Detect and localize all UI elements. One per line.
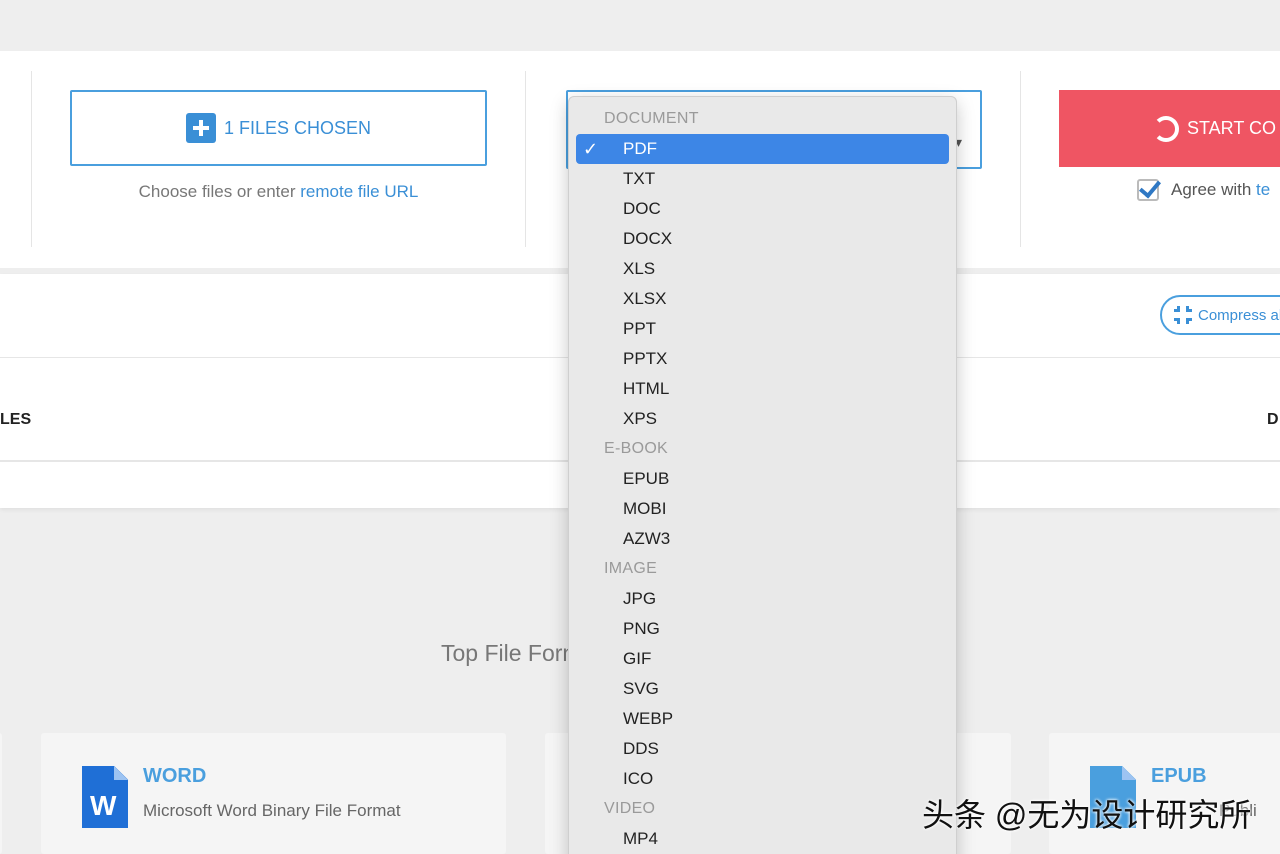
checkmark-icon: ✓ [583, 139, 599, 159]
dropdown-option-ppt[interactable]: PPT [569, 314, 956, 344]
dropdown-option-dds[interactable]: DDS [569, 734, 956, 764]
dropdown-option-txt[interactable]: TXT [569, 164, 956, 194]
dropdown-group-label: IMAGE [604, 560, 658, 577]
column-divider [525, 71, 526, 247]
dropdown-option-azw3[interactable]: AZW3 [569, 524, 956, 554]
dropdown-option-label: AZW3 [623, 529, 671, 548]
dropdown-option-label: SVG [623, 679, 659, 698]
dropdown-option-mobi[interactable]: MOBI [569, 494, 956, 524]
dropdown-option-gif[interactable]: GIF [569, 644, 956, 674]
dropdown-option-label: HTML [623, 379, 670, 398]
dropdown-option-label: DOC [623, 199, 661, 218]
agree-terms: Agree with te [1137, 179, 1270, 201]
dropdown-option-label: EPUB [623, 469, 670, 488]
dropdown-option-label: WEBP [623, 709, 674, 728]
top-formats-heading: Top File Form [441, 640, 582, 666]
dropdown-option-label: TXT [623, 169, 656, 188]
dropdown-option-label: JPG [623, 589, 657, 608]
hint-text: Choose files or enter [138, 182, 301, 201]
dropdown-option-label: GIF [623, 649, 652, 668]
dropdown-option-label: PDF [623, 139, 657, 158]
agree-text: Agree with [1171, 180, 1257, 199]
choose-files-button[interactable]: 1 FILES CHOSEN [70, 90, 487, 166]
dropdown-option-xls[interactable]: XLS [569, 254, 956, 284]
dropdown-option-ico[interactable]: ICO [569, 764, 956, 794]
refresh-icon [1153, 115, 1179, 142]
dropdown-option-label: DOCX [623, 229, 673, 248]
dropdown-option-pptx[interactable]: PPTX [569, 344, 956, 374]
dropdown-option-doc[interactable]: DOC [569, 194, 956, 224]
dropdown-group-label: E-BOOK [604, 440, 669, 457]
terms-link[interactable]: te [1256, 180, 1270, 199]
choose-files-label: 1 FILES CHOSEN [223, 117, 372, 138]
dropdown-option-label: XLS [623, 259, 656, 278]
watermark: 头条 @无为设计研究所 [922, 797, 1252, 833]
choose-files-hint: Choose files or enter remote file URL [70, 182, 487, 202]
column-divider [31, 71, 32, 247]
dropdown-option-label: PNG [623, 619, 660, 638]
start-conversion-button[interactable]: START CO [1059, 90, 1280, 167]
format-card[interactable] [0, 733, 2, 854]
card-title[interactable]: WORD [143, 765, 206, 788]
dropdown-option-pdf[interactable]: ✓ PDF [576, 134, 949, 164]
agree-checkbox[interactable] [1137, 179, 1159, 201]
dropdown-option-label: PPTX [623, 349, 668, 368]
plus-icon [185, 113, 216, 143]
format-card-word[interactable]: W WORD Microsoft Word Binary File Format [41, 733, 506, 854]
compress-all-button[interactable]: Compress al [1160, 295, 1280, 335]
dropdown-option-label: XPS [623, 409, 658, 428]
dropdown-group-label: VIDEO [604, 800, 656, 817]
compress-label: Compress al [1198, 306, 1280, 324]
card-description: Microsoft Word Binary File Format [143, 801, 401, 820]
card-title[interactable]: EPUB [1151, 765, 1207, 788]
dropdown-option-label: DDS [623, 739, 659, 758]
start-button-label: START CO [1187, 118, 1277, 138]
dropdown-option-docx[interactable]: DOCX [569, 224, 956, 254]
format-dropdown-menu[interactable]: DOCUMENT ✓ PDF TXT DOC DOCX XLS XLSX PPT PPTX HTML… [568, 96, 957, 854]
dropdown-option-jpg[interactable]: JPG [569, 584, 956, 614]
dropdown-option-webp[interactable]: WEBP [569, 704, 956, 734]
dropdown-option-xlsx[interactable]: XLSX [569, 284, 956, 314]
dropdown-option-label: PPT [623, 319, 657, 338]
dropdown-option-xps[interactable]: XPS [569, 404, 956, 434]
dropdown-group-label: DOCUMENT [604, 110, 699, 127]
dropdown-option-epub[interactable]: EPUB [569, 464, 956, 494]
word-doc-icon: W [82, 766, 128, 828]
dropdown-option-label: XLSX [623, 289, 667, 308]
dropdown-option-png[interactable]: PNG [569, 614, 956, 644]
column-divider [1020, 71, 1021, 247]
files-column-header: LES [0, 411, 32, 428]
remote-url-link[interactable]: remote file URL [300, 182, 418, 201]
dropdown-option-label: MOBI [623, 499, 667, 518]
dropdown-option-svg[interactable]: SVG [569, 674, 956, 704]
right-column-header: D [1267, 411, 1279, 428]
dropdown-option-label: MP4 [623, 829, 658, 848]
compress-icon [1174, 306, 1192, 324]
dropdown-option-mp4[interactable]: MP4 [569, 824, 956, 854]
dropdown-option-html[interactable]: HTML [569, 374, 956, 404]
dropdown-option-label: ICO [623, 769, 654, 788]
